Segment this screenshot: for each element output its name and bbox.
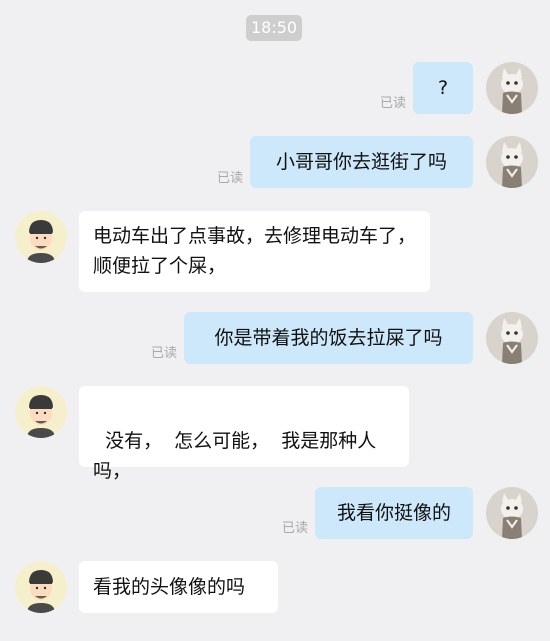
message-bubble-outgoing[interactable]: 你是带着我的饭去拉屎了吗 [184, 312, 473, 364]
message-text: 没有， 怎么可能， 我是那种人吗， [93, 430, 377, 482]
timestamp-badge: 18:50 [246, 15, 302, 41]
message-bubble-outgoing[interactable]: ? [413, 62, 473, 114]
message-text: 我看你挺像的 [336, 502, 451, 524]
cat-avatar-icon[interactable] [486, 62, 538, 114]
message-bubble-incoming[interactable]: 没有， 怎么可能， 我是那种人吗， [79, 386, 409, 482]
message-text: 看我的头像像的吗 [93, 576, 246, 598]
cartoon-man-avatar-icon[interactable] [15, 211, 67, 263]
cat-avatar-icon[interactable] [486, 487, 538, 539]
message-text: 电动车出了点事故，去修理电动车了，顺便拉了个屎， [93, 225, 417, 277]
cartoon-man-avatar-icon[interactable] [15, 386, 67, 438]
message-text: 小哥哥你去逛街了吗 [275, 151, 447, 173]
read-receipt: 已读 [151, 346, 178, 361]
message-bubble-outgoing[interactable]: 我看你挺像的 [315, 487, 473, 539]
message-bubble-outgoing[interactable]: 小哥哥你去逛街了吗 [250, 136, 473, 188]
read-receipt: 已读 [217, 171, 244, 186]
cat-avatar-icon[interactable] [486, 136, 538, 188]
read-receipt: 已读 [380, 96, 407, 111]
read-receipt: 已读 [282, 521, 309, 536]
message-text: ? [437, 77, 449, 99]
message-text: 你是带着我的饭去拉屎了吗 [214, 327, 443, 349]
message-bubble-incoming[interactable]: 看我的头像像的吗 [79, 561, 278, 613]
cartoon-man-avatar-icon[interactable] [15, 561, 67, 613]
message-bubble-incoming[interactable]: 电动车出了点事故，去修理电动车了，顺便拉了个屎， [79, 211, 430, 292]
cat-avatar-icon[interactable] [486, 312, 538, 364]
